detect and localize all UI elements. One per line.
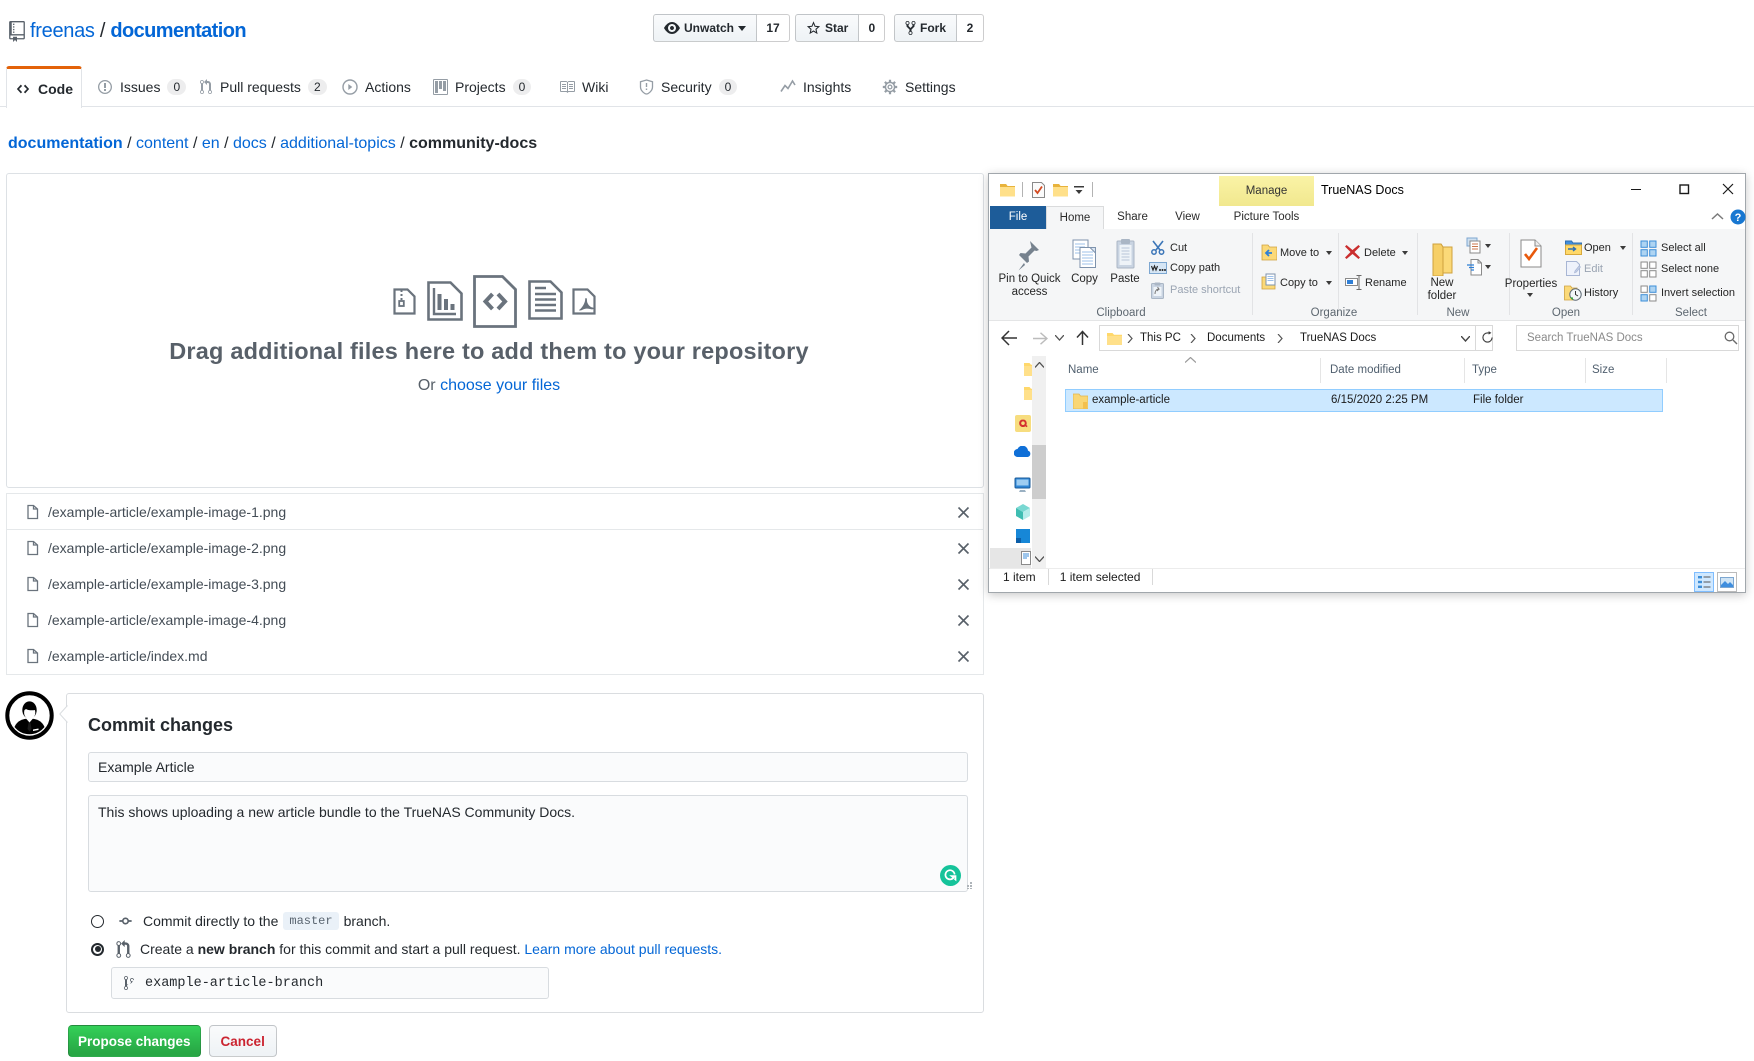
svg-text:?: ? bbox=[1735, 212, 1742, 224]
